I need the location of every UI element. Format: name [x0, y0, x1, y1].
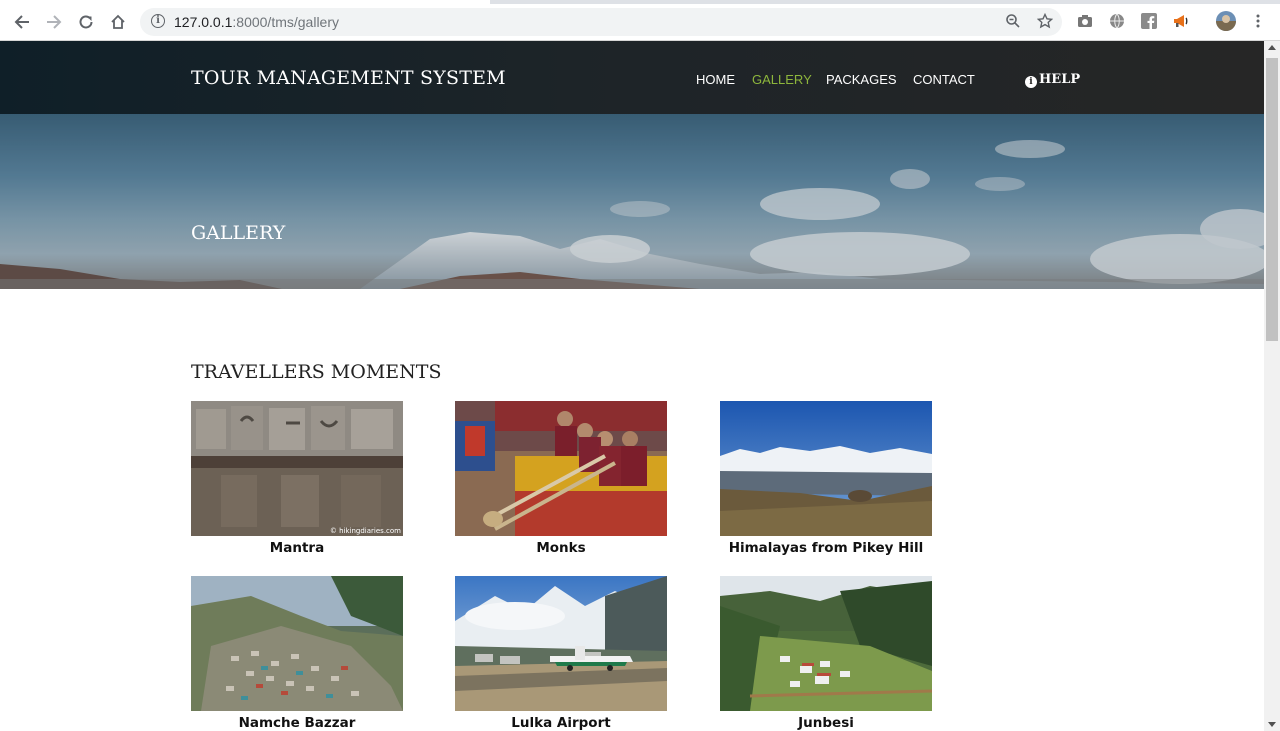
gallery-card-namche[interactable]: Namche Bazzar [191, 576, 403, 731]
profile-avatar[interactable] [1216, 11, 1236, 31]
zoom-icon[interactable] [1004, 13, 1022, 31]
gallery-caption: Himalayas from Pikey Hill [728, 540, 924, 556]
gallery-caption: Junbesi [798, 715, 854, 731]
image-watermark: © hikingdiaries.com [329, 527, 401, 535]
back-icon[interactable] [10, 10, 34, 34]
gallery-card-lukla[interactable]: Lulka Airport [455, 576, 667, 731]
gallery-caption: Namche Bazzar [238, 715, 356, 731]
gallery-image-junbesi[interactable] [720, 576, 932, 711]
gallery-caption: Monks [536, 540, 586, 556]
reload-icon[interactable] [74, 10, 98, 34]
url-text[interactable]: 127.0.0.1:8000/tms/gallery [174, 14, 339, 30]
brand-title[interactable]: TOUR MANAGEMENT SYSTEM [191, 67, 506, 89]
banner-title: GALLERY [191, 222, 286, 244]
address-bar[interactable]: i 127.0.0.1:8000/tms/gallery [140, 8, 1062, 36]
scroll-down-arrow-icon[interactable] [1268, 722, 1276, 727]
bookmark-star-icon[interactable] [1036, 12, 1054, 31]
forward-icon[interactable] [42, 10, 66, 34]
gallery-card-mantra[interactable]: © hikingdiaries.com Mantra [191, 401, 403, 556]
active-tab[interactable] [0, 0, 490, 4]
gallery-image-himalayas[interactable] [720, 401, 932, 536]
gallery-card-himalayas[interactable]: Himalayas from Pikey Hill [720, 401, 932, 556]
site-header: TOUR MANAGEMENT SYSTEM HOME GALLERY PACK… [0, 41, 1264, 114]
gallery-card-junbesi[interactable]: Junbesi [720, 576, 932, 731]
camera-icon[interactable] [1076, 12, 1094, 30]
scrollbar-thumb[interactable] [1266, 58, 1278, 341]
page-banner: GALLERY [0, 114, 1264, 289]
gallery-caption: Lulka Airport [511, 715, 611, 731]
gallery-section-title: TRAVELLERS MOMENTS [191, 361, 442, 383]
nav-contact[interactable]: CONTACT [913, 72, 975, 87]
help-label: HELP [1039, 72, 1081, 87]
page-viewport: TOUR MANAGEMENT SYSTEM HOME GALLERY PACK… [0, 41, 1264, 731]
browser-toolbar: i 127.0.0.1:8000/tms/gallery [0, 0, 1280, 41]
nav-home[interactable]: HOME [696, 72, 735, 87]
globe-extension-icon[interactable] [1108, 12, 1126, 30]
mountain-banner-image [0, 114, 1264, 289]
site-info-icon[interactable]: i [151, 14, 165, 28]
gallery-image-mantra[interactable]: © hikingdiaries.com [191, 401, 403, 536]
home-icon[interactable] [106, 10, 130, 34]
nav-help[interactable]: i HELP [1025, 72, 1080, 88]
scroll-up-arrow-icon[interactable] [1268, 45, 1276, 50]
nav-gallery[interactable]: GALLERY [752, 72, 812, 87]
tab-strip [0, 0, 1280, 4]
nav-packages[interactable]: PACKAGES [826, 72, 897, 87]
gallery-image-monks[interactable] [455, 401, 667, 536]
gallery-image-namche[interactable] [191, 576, 403, 711]
megaphone-icon[interactable] [1172, 12, 1190, 30]
facebook-icon[interactable] [1140, 12, 1158, 30]
gallery-card-monks[interactable]: Monks [455, 401, 667, 556]
info-icon: i [1025, 76, 1037, 88]
kebab-menu-icon[interactable] [1250, 13, 1266, 29]
page-scrollbar[interactable] [1264, 41, 1280, 731]
gallery-caption: Mantra [269, 540, 325, 556]
gallery-image-lukla[interactable] [455, 576, 667, 711]
